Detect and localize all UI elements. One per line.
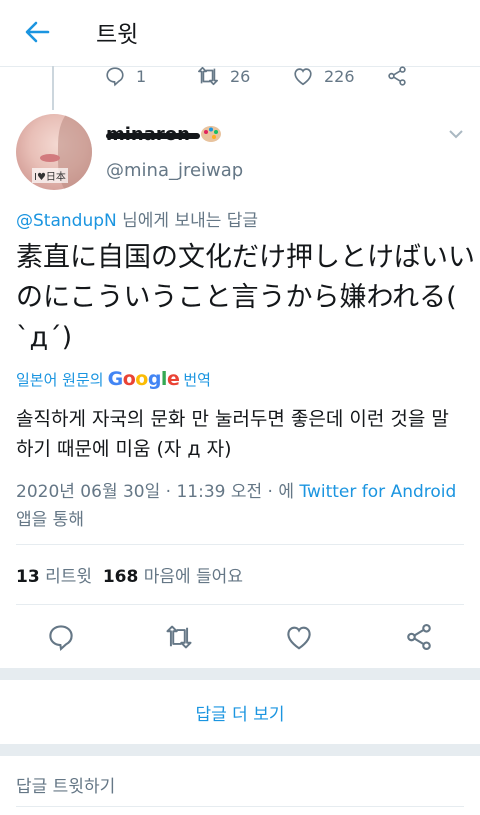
- divider: [16, 544, 464, 545]
- display-name[interactable]: minaron: [106, 124, 200, 145]
- prev-share-button[interactable]: [386, 62, 418, 90]
- heart-icon: [294, 68, 312, 86]
- chevron-down-icon[interactable]: [448, 128, 464, 140]
- more-replies-button[interactable]: 답글 더 보기: [0, 700, 480, 725]
- share-icon[interactable]: [404, 622, 434, 652]
- retweet-label: 리트윗: [39, 567, 103, 587]
- section-separator: [0, 668, 480, 680]
- retweet-icon[interactable]: [164, 622, 194, 652]
- translated-text: 솔직하게 자국의 문화 만 눌러두면 좋은데 이런 것을 말하기 때문에 미움 …: [16, 408, 449, 460]
- prev-like-count: 226: [324, 66, 355, 86]
- prev-reply-button[interactable]: 1: [104, 62, 146, 90]
- like-label: 마음에 들어요: [138, 567, 243, 587]
- divider: [16, 806, 464, 807]
- avatar[interactable]: I♥日本: [16, 114, 92, 190]
- user-handle[interactable]: @mina_jreiwap: [106, 160, 243, 181]
- timestamp: 2020년 06월 30일 · 11:39 오전 · 에: [16, 482, 300, 502]
- heart-icon[interactable]: [284, 622, 314, 652]
- client-link[interactable]: Twitter for Android: [299, 482, 456, 502]
- palette-emoji-icon: [201, 126, 221, 142]
- translate-label: 일본어 원문의: [16, 370, 104, 389]
- prev-retweet-button[interactable]: 26: [196, 62, 250, 90]
- reply-to-mention[interactable]: @StandupN: [16, 211, 117, 231]
- tweet-meta: 2020년 06월 30일 · 11:39 오전 · 에 Twitter for…: [16, 478, 466, 534]
- prev-reply-count: 1: [136, 66, 147, 86]
- client-suffix: 앱을 통해: [16, 510, 84, 530]
- top-bar: 트윗: [0, 0, 480, 67]
- share-icon: [388, 66, 406, 86]
- reply-icon: [106, 67, 124, 87]
- reply-icon[interactable]: [46, 622, 76, 652]
- back-arrow-icon[interactable]: [22, 17, 52, 47]
- translate-action: 번역: [183, 370, 211, 389]
- tweet-actions: [0, 622, 480, 652]
- section-separator: [0, 744, 480, 756]
- engagement-stats[interactable]: 13 리트윗 168 마음에 들어요: [16, 562, 243, 587]
- prev-retweet-count: 26: [230, 66, 251, 86]
- prev-like-button[interactable]: 226: [292, 62, 355, 90]
- reply-to-label: 님에게 보내는 답글: [116, 211, 259, 231]
- redaction-scribble: [106, 133, 200, 139]
- like-count: 168: [102, 567, 139, 587]
- reply-compose-field[interactable]: 답글 트윗하기: [16, 772, 115, 797]
- reply-context: @StandupN 님에게 보내는 답글: [16, 206, 258, 231]
- google-logo: Google: [107, 368, 180, 390]
- previous-tweet-actions: 1 26 226: [0, 62, 480, 90]
- divider: [16, 604, 464, 605]
- retweet-icon: [198, 66, 218, 86]
- translation-attribution[interactable]: 일본어 원문의 Google 번역: [16, 368, 211, 390]
- tweet-body: 素直に自国の文化だけ押しとけばいいのにこういうこと言うから嫌われる( ˋдˊ): [16, 242, 475, 353]
- avatar-lips: [40, 154, 60, 162]
- retweet-count: 13: [16, 567, 40, 587]
- avatar-tag: I♥日本: [32, 168, 68, 183]
- page-title: 트윗: [96, 22, 139, 48]
